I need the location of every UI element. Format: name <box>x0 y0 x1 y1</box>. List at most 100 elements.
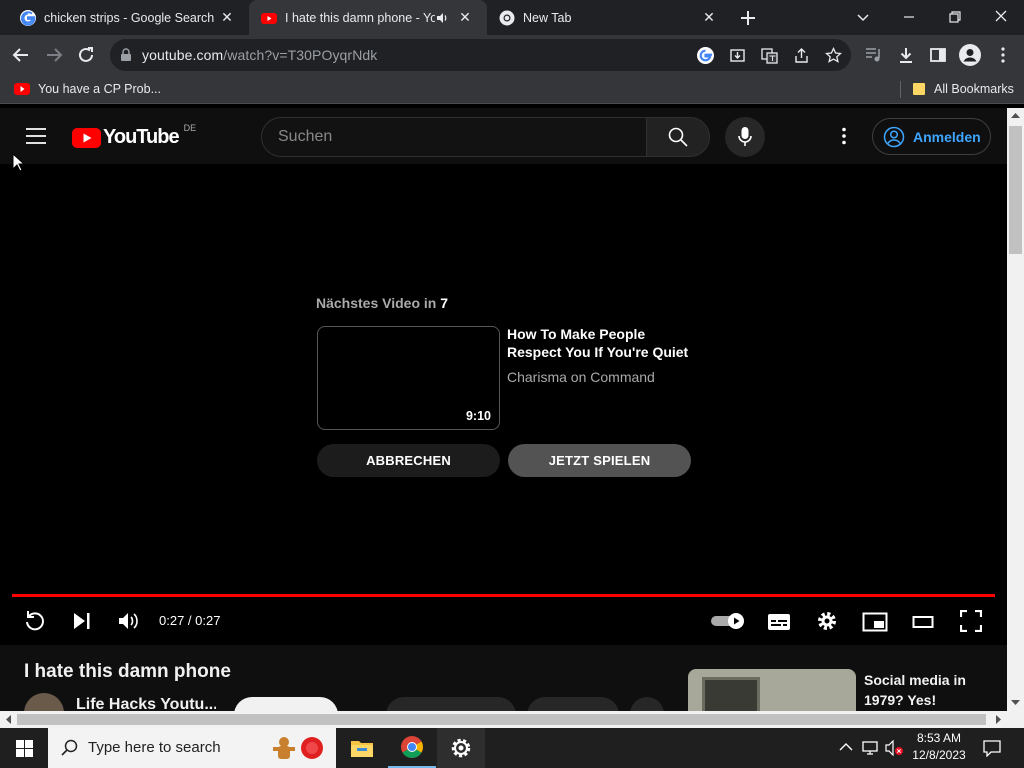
subscribe-button[interactable] <box>234 697 338 711</box>
voice-search-button[interactable] <box>725 117 765 157</box>
notifications-icon[interactable] <box>982 739 1002 757</box>
search-input[interactable]: Suchen <box>261 117 647 157</box>
progress-bar[interactable] <box>12 594 995 597</box>
more-actions-button[interactable] <box>630 697 664 711</box>
tab-google-search[interactable]: chicken strips - Google Search ✕ <box>8 0 245 35</box>
close-window-icon[interactable] <box>993 8 1009 24</box>
taskbar-search-placeholder: Type here to search <box>88 739 221 756</box>
file-explorer-icon[interactable] <box>338 728 386 768</box>
windows-start-icon[interactable] <box>0 728 48 768</box>
downloads-icon[interactable] <box>897 46 915 64</box>
youtube-header: YouTube DE Suchen Anmelden <box>0 108 1007 164</box>
new-tab-plus-icon[interactable] <box>738 8 758 28</box>
scroll-down-arrow-icon[interactable] <box>1011 700 1020 706</box>
bookmark-item[interactable]: You have a CP Prob... <box>14 82 161 96</box>
subtitles-icon[interactable] <box>767 613 791 631</box>
close-tab-icon[interactable]: ✕ <box>457 9 473 26</box>
settings-gear-icon[interactable] <box>816 610 838 632</box>
recommended-thumbnail[interactable] <box>688 669 856 711</box>
address-bar[interactable]: youtube.com/watch?v=T30POyqrNdk <box>110 39 851 71</box>
share-button[interactable] <box>527 697 619 711</box>
tab-title: I hate this damn phone - YouTube <box>285 10 435 25</box>
scroll-left-arrow-icon[interactable] <box>5 715 11 724</box>
settings-taskbar-icon[interactable] <box>437 728 485 768</box>
video-info-area: I hate this damn phone Life Hacks Youtu.… <box>0 645 1007 711</box>
tab-youtube-video[interactable]: I hate this damn phone - YouTube ✕ <box>249 0 487 35</box>
close-tab-icon[interactable]: ✕ <box>219 9 235 26</box>
scroll-up-arrow-icon[interactable] <box>1011 112 1020 118</box>
share-icon[interactable] <box>793 47 810 64</box>
close-tab-icon[interactable]: ✕ <box>701 9 717 26</box>
fullscreen-icon[interactable] <box>960 610 982 632</box>
progress-fill <box>12 594 995 597</box>
tab-search-chevron-icon[interactable] <box>855 9 871 25</box>
restore-icon[interactable] <box>947 9 963 25</box>
search-button[interactable] <box>646 117 710 157</box>
sign-in-button[interactable]: Anmelden <box>872 118 991 155</box>
horizontal-scroll-thumb[interactable] <box>17 714 986 725</box>
channel-name[interactable]: Life Hacks Youtu... <box>76 696 216 711</box>
next-video-icon[interactable] <box>72 612 92 630</box>
time-display: 0:27 / 0:27 <box>159 613 221 628</box>
system-clock[interactable]: 8:53 AM 12/8/2023 <box>912 730 966 764</box>
gingerbread-doodle-icon[interactable] <box>270 734 326 762</box>
vertical-scrollbar[interactable] <box>1007 108 1024 711</box>
play-now-button[interactable]: JETZT SPIELEN <box>508 444 691 477</box>
youtube-logo-icon <box>72 127 101 148</box>
microphone-icon <box>738 127 752 147</box>
miniplayer-icon[interactable] <box>862 612 888 632</box>
video-title: I hate this damn phone <box>24 661 231 682</box>
media-control-icon[interactable] <box>865 47 883 63</box>
tab-title: New Tab <box>523 10 572 25</box>
autoplay-toggle[interactable] <box>710 612 746 630</box>
show-hidden-icons-chevron[interactable] <box>839 742 853 752</box>
minimize-icon[interactable] <box>901 9 917 25</box>
side-panel-icon[interactable] <box>929 46 947 64</box>
taskbar-search-box[interactable]: Type here to search <box>48 728 336 768</box>
youtube-logo[interactable]: YouTube DE <box>72 123 196 149</box>
like-button[interactable] <box>386 697 516 711</box>
horizontal-scrollbar[interactable] <box>0 711 1024 728</box>
next-video-channel: Charisma on Command <box>507 369 655 385</box>
next-video-title[interactable]: How To Make People Respect You If You're… <box>507 325 697 361</box>
channel-avatar[interactable] <box>24 693 64 711</box>
volume-muted-icon[interactable] <box>885 740 905 756</box>
bookmark-star-icon[interactable] <box>825 47 842 64</box>
tab-new-tab[interactable]: New Tab ✕ <box>487 0 727 35</box>
sign-in-label: Anmelden <box>913 128 981 145</box>
recommended-title[interactable]: Social media in 1979? Yes! <box>864 670 994 710</box>
install-app-icon[interactable] <box>729 47 746 64</box>
theater-mode-icon[interactable] <box>912 614 934 630</box>
speaker-icon[interactable] <box>435 11 451 25</box>
mouse-cursor-icon <box>12 153 24 172</box>
all-bookmarks-folder[interactable]: All Bookmarks <box>912 82 1014 96</box>
chrome-taskbar-icon[interactable] <box>388 728 436 768</box>
youtube-icon <box>14 82 30 96</box>
folder-icon <box>912 82 926 96</box>
next-video-thumbnail[interactable]: 9:10 <box>317 326 500 430</box>
profile-avatar-icon[interactable] <box>959 44 981 66</box>
google-lens-icon[interactable] <box>697 47 714 64</box>
reload-icon[interactable] <box>77 46 95 64</box>
forward-icon[interactable] <box>45 46 63 64</box>
all-bookmarks-label: All Bookmarks <box>934 82 1014 96</box>
video-player[interactable]: Nächstes Video in 7 9:10 How To Make Peo… <box>0 164 1007 645</box>
windows-taskbar: Type here to search 8:53 AM 12/8/2023 <box>0 728 1024 768</box>
lock-icon[interactable] <box>120 48 132 62</box>
volume-icon[interactable] <box>118 611 140 631</box>
url-path: /watch?v=T30POyqrNdk <box>223 47 378 63</box>
more-options-icon[interactable] <box>841 127 847 145</box>
vertical-scroll-thumb[interactable] <box>1009 126 1022 254</box>
hamburger-menu-icon[interactable] <box>26 127 46 145</box>
next-video-duration: 9:10 <box>465 409 491 423</box>
replay-icon[interactable] <box>24 610 46 632</box>
cancel-autoplay-button[interactable]: ABBRECHEN <box>317 444 500 477</box>
url-text[interactable]: youtube.com/watch?v=T30POyqrNdk <box>142 47 377 63</box>
google-icon <box>20 9 36 26</box>
search-icon <box>668 127 688 147</box>
network-icon[interactable] <box>862 740 880 756</box>
translate-icon[interactable] <box>761 47 778 64</box>
scroll-right-arrow-icon[interactable] <box>996 715 1002 724</box>
back-icon[interactable] <box>12 46 30 64</box>
chrome-menu-icon[interactable] <box>994 46 1012 64</box>
